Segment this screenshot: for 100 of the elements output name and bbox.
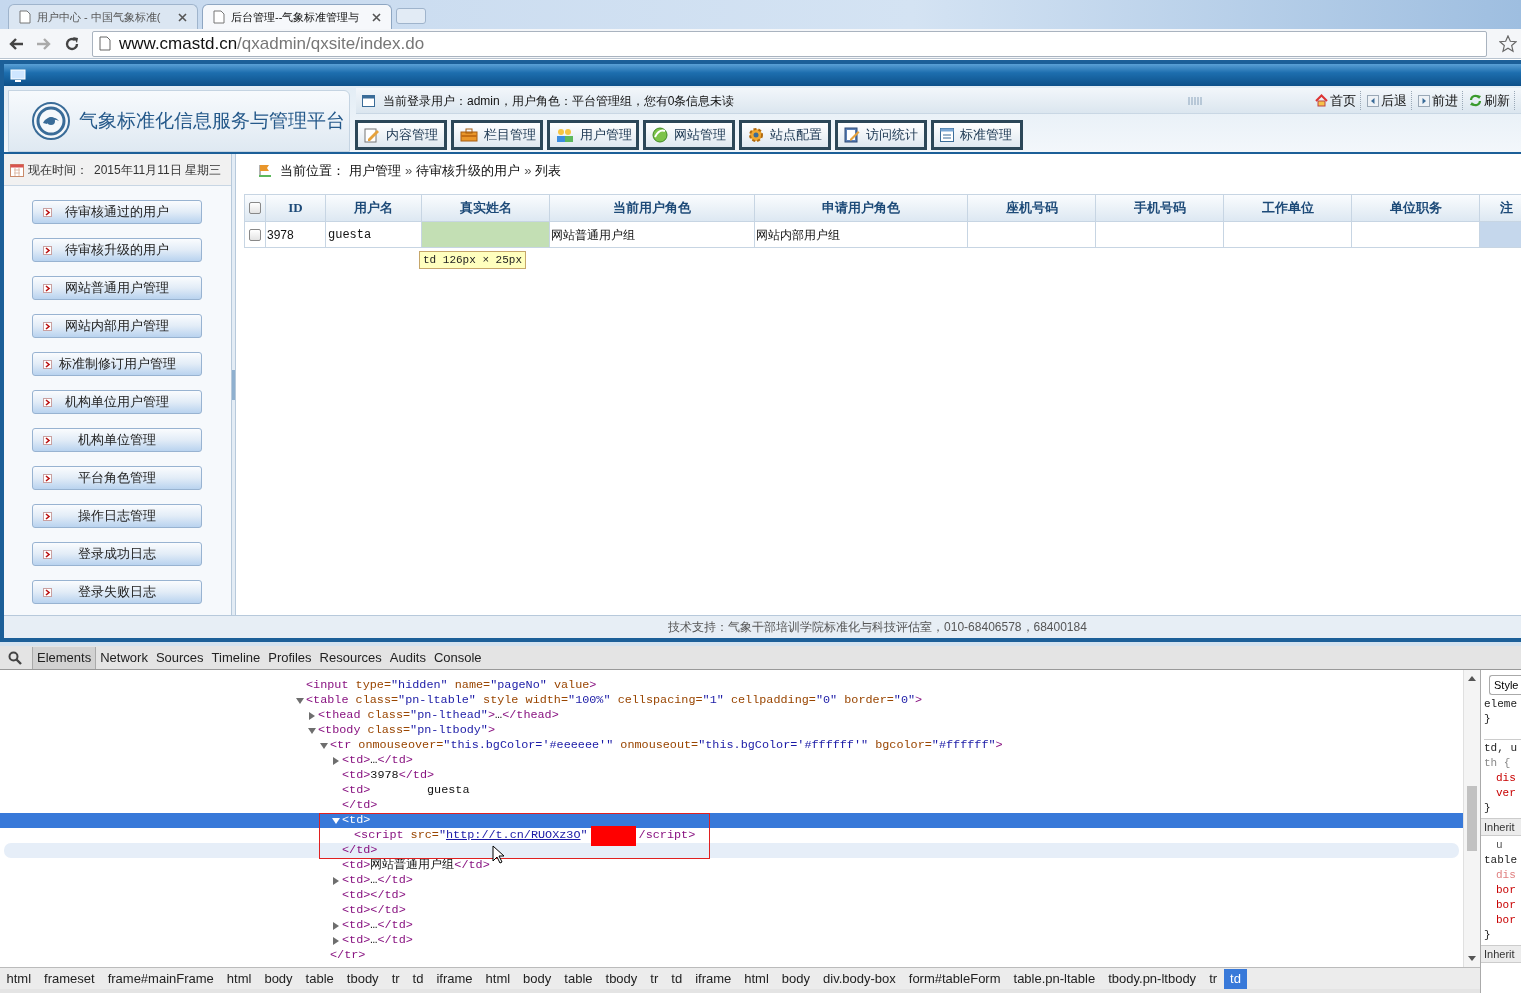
- dom-path-item[interactable]: tbody.pn-ltbody: [1101, 968, 1203, 989]
- dom-path-item[interactable]: table.pn-ltable: [1007, 968, 1102, 989]
- splitter-handle[interactable]: [232, 369, 235, 400]
- dom-path-item[interactable]: td: [406, 968, 430, 989]
- dom-line[interactable]: <td>…</td>: [0, 873, 1463, 888]
- dom-line[interactable]: <td>…</td>: [0, 918, 1463, 933]
- dom-line[interactable]: <td>…</td>: [0, 933, 1463, 948]
- triangle-icon[interactable]: [308, 711, 316, 720]
- nav-tab[interactable]: 标准管理: [931, 120, 1023, 150]
- column-header[interactable]: 工作单位: [1224, 195, 1351, 221]
- devtools-tab[interactable]: Timeline: [207, 646, 265, 669]
- scrollbar[interactable]: [1463, 670, 1480, 967]
- triangle-icon[interactable]: [332, 876, 340, 885]
- triangle-icon[interactable]: [332, 921, 340, 930]
- dom-line[interactable]: <tr onmouseover="this.bgColor='#eeeeee'" onmouseout="this.bgColor='#ffffff'" bgcolor="#ffffff">: [0, 738, 1463, 753]
- triangle-icon[interactable]: [332, 936, 340, 945]
- dom-path-item[interactable]: html: [220, 968, 258, 989]
- back-icon[interactable]: [8, 36, 24, 51]
- dom-path-item[interactable]: table: [557, 968, 599, 989]
- devtools-tab[interactable]: Network: [96, 646, 152, 669]
- dom-path-item[interactable]: tbody: [340, 968, 386, 989]
- dom-path-item[interactable]: td: [664, 968, 689, 989]
- dom-line[interactable]: <td></td>: [0, 888, 1463, 903]
- scroll-up-icon[interactable]: [1468, 676, 1476, 681]
- dom-path-item[interactable]: html: [479, 968, 517, 989]
- nav-tab[interactable]: 网站管理: [643, 120, 735, 150]
- dom-line[interactable]: </tr>: [0, 948, 1463, 963]
- toolbar-link[interactable]: 刷新: [1465, 90, 1515, 111]
- column-header[interactable]: 手机号码: [1096, 195, 1223, 221]
- devtools-tab[interactable]: Elements: [32, 646, 97, 669]
- sidebar-item[interactable]: 网站内部用户管理: [32, 314, 202, 338]
- dom-path-item[interactable]: tr: [385, 968, 407, 989]
- triangle-icon[interactable]: [332, 816, 340, 825]
- browser-tab[interactable]: 用户中心 - 中国气象标准(: [8, 4, 198, 29]
- dom-path-item[interactable]: html: [737, 968, 776, 989]
- triangle-icon[interactable]: [308, 726, 316, 735]
- scroll-down-icon[interactable]: [1468, 956, 1476, 961]
- nav-tab[interactable]: 站点配置: [739, 120, 831, 150]
- star-icon[interactable]: [1499, 34, 1517, 53]
- grip-icon[interactable]: [1188, 96, 1203, 105]
- dom-path-item[interactable]: html: [0, 968, 38, 989]
- sidebar-item[interactable]: 登录成功日志: [32, 542, 202, 566]
- sidebar-item[interactable]: 机构单位用户管理: [32, 390, 202, 414]
- dom-path-item[interactable]: body: [516, 968, 558, 989]
- sidebar-item[interactable]: 机构单位管理: [32, 428, 202, 452]
- dom-line[interactable]: <thead class="pn-lthead">…</thead>: [0, 708, 1463, 723]
- reload-icon[interactable]: [64, 35, 80, 52]
- dom-path-item[interactable]: tbody: [599, 968, 644, 989]
- dom-line[interactable]: <table class="pn-ltable" style width="100%" cellspacing="1" cellpadding="0" border="0">: [0, 693, 1463, 708]
- dom-line[interactable]: </td>: [4, 843, 1459, 858]
- column-header[interactable]: 单位职务: [1352, 195, 1479, 221]
- dom-path-item[interactable]: body: [775, 968, 817, 989]
- toolbar-link[interactable]: 首页: [1311, 90, 1361, 111]
- breadcrumb-link[interactable]: 待审核升级的用户: [416, 161, 521, 181]
- dom-path-item[interactable]: frameset: [37, 968, 102, 989]
- column-header[interactable]: 座机号码: [968, 195, 1095, 221]
- nav-tab[interactable]: 用户管理: [547, 120, 639, 150]
- column-header[interactable]: 当前用户角色: [550, 195, 754, 221]
- dom-line[interactable]: <input type="hidden" name="pageNo" value>: [0, 678, 1463, 693]
- dom-line[interactable]: <td>3978</td>: [0, 768, 1463, 783]
- sidebar-item[interactable]: 待审核升级的用户: [32, 238, 202, 262]
- devtools-tab[interactable]: Console: [429, 646, 486, 669]
- triangle-icon[interactable]: [320, 741, 328, 750]
- close-icon[interactable]: [372, 12, 381, 22]
- column-header[interactable]: ID: [266, 195, 325, 221]
- dom-path-item[interactable]: iframe: [429, 968, 480, 989]
- toolbar-link[interactable]: 前进: [1414, 90, 1463, 111]
- breadcrumb-link[interactable]: 列表: [535, 161, 562, 181]
- dom-path-item[interactable]: table: [299, 968, 341, 989]
- sidebar-item[interactable]: 平台角色管理: [32, 466, 202, 490]
- browser-tab[interactable]: 后台管理--气象标准管理与: [202, 4, 392, 29]
- sidebar-item[interactable]: 网站普通用户管理: [32, 276, 202, 300]
- dom-path-item[interactable]: body: [257, 968, 300, 989]
- sidebar-item[interactable]: 标准制修订用户管理: [32, 352, 202, 376]
- dom-line[interactable]: <td></td>: [0, 903, 1463, 918]
- toolbar-link[interactable]: 后退: [1363, 90, 1412, 111]
- breadcrumb-link[interactable]: 用户管理: [349, 161, 401, 181]
- nav-tab[interactable]: 内容管理: [355, 120, 447, 150]
- search-icon[interactable]: [8, 650, 22, 665]
- column-header[interactable]: 申请用户角色: [755, 195, 967, 221]
- scrollbar-thumb[interactable]: [1467, 786, 1477, 851]
- close-icon[interactable]: [178, 12, 187, 22]
- dom-path-item[interactable]: div.body-box: [816, 968, 903, 989]
- column-header[interactable]: 注: [1480, 195, 1521, 221]
- sidebar-item[interactable]: 操作日志管理: [32, 504, 202, 528]
- sidebar-item[interactable]: 登录失败日志: [32, 580, 202, 604]
- triangle-icon[interactable]: [332, 756, 340, 765]
- dom-line[interactable]: </td>: [0, 798, 1463, 813]
- dom-path-item[interactable]: tr: [643, 968, 665, 989]
- column-header[interactable]: 真实姓名: [422, 195, 549, 221]
- address-field[interactable]: www.cmastd.cn/qxadmin/qxsite/index.do: [92, 30, 1487, 57]
- devtools-tab[interactable]: Audits: [385, 646, 430, 669]
- dom-line[interactable]: <td> guesta: [0, 783, 1463, 798]
- devtools-tab[interactable]: Resources: [315, 646, 386, 669]
- dom-path-item[interactable]: iframe: [688, 968, 738, 989]
- nav-tab[interactable]: 栏目管理: [451, 120, 543, 150]
- dom-line[interactable]: <tbody class="pn-ltbody">: [0, 723, 1463, 738]
- devtools-tab[interactable]: Profiles: [264, 646, 316, 669]
- dom-path-item[interactable]: td: [1223, 968, 1248, 989]
- url-link[interactable]: http://t.cn/RUOXz3O: [446, 828, 581, 843]
